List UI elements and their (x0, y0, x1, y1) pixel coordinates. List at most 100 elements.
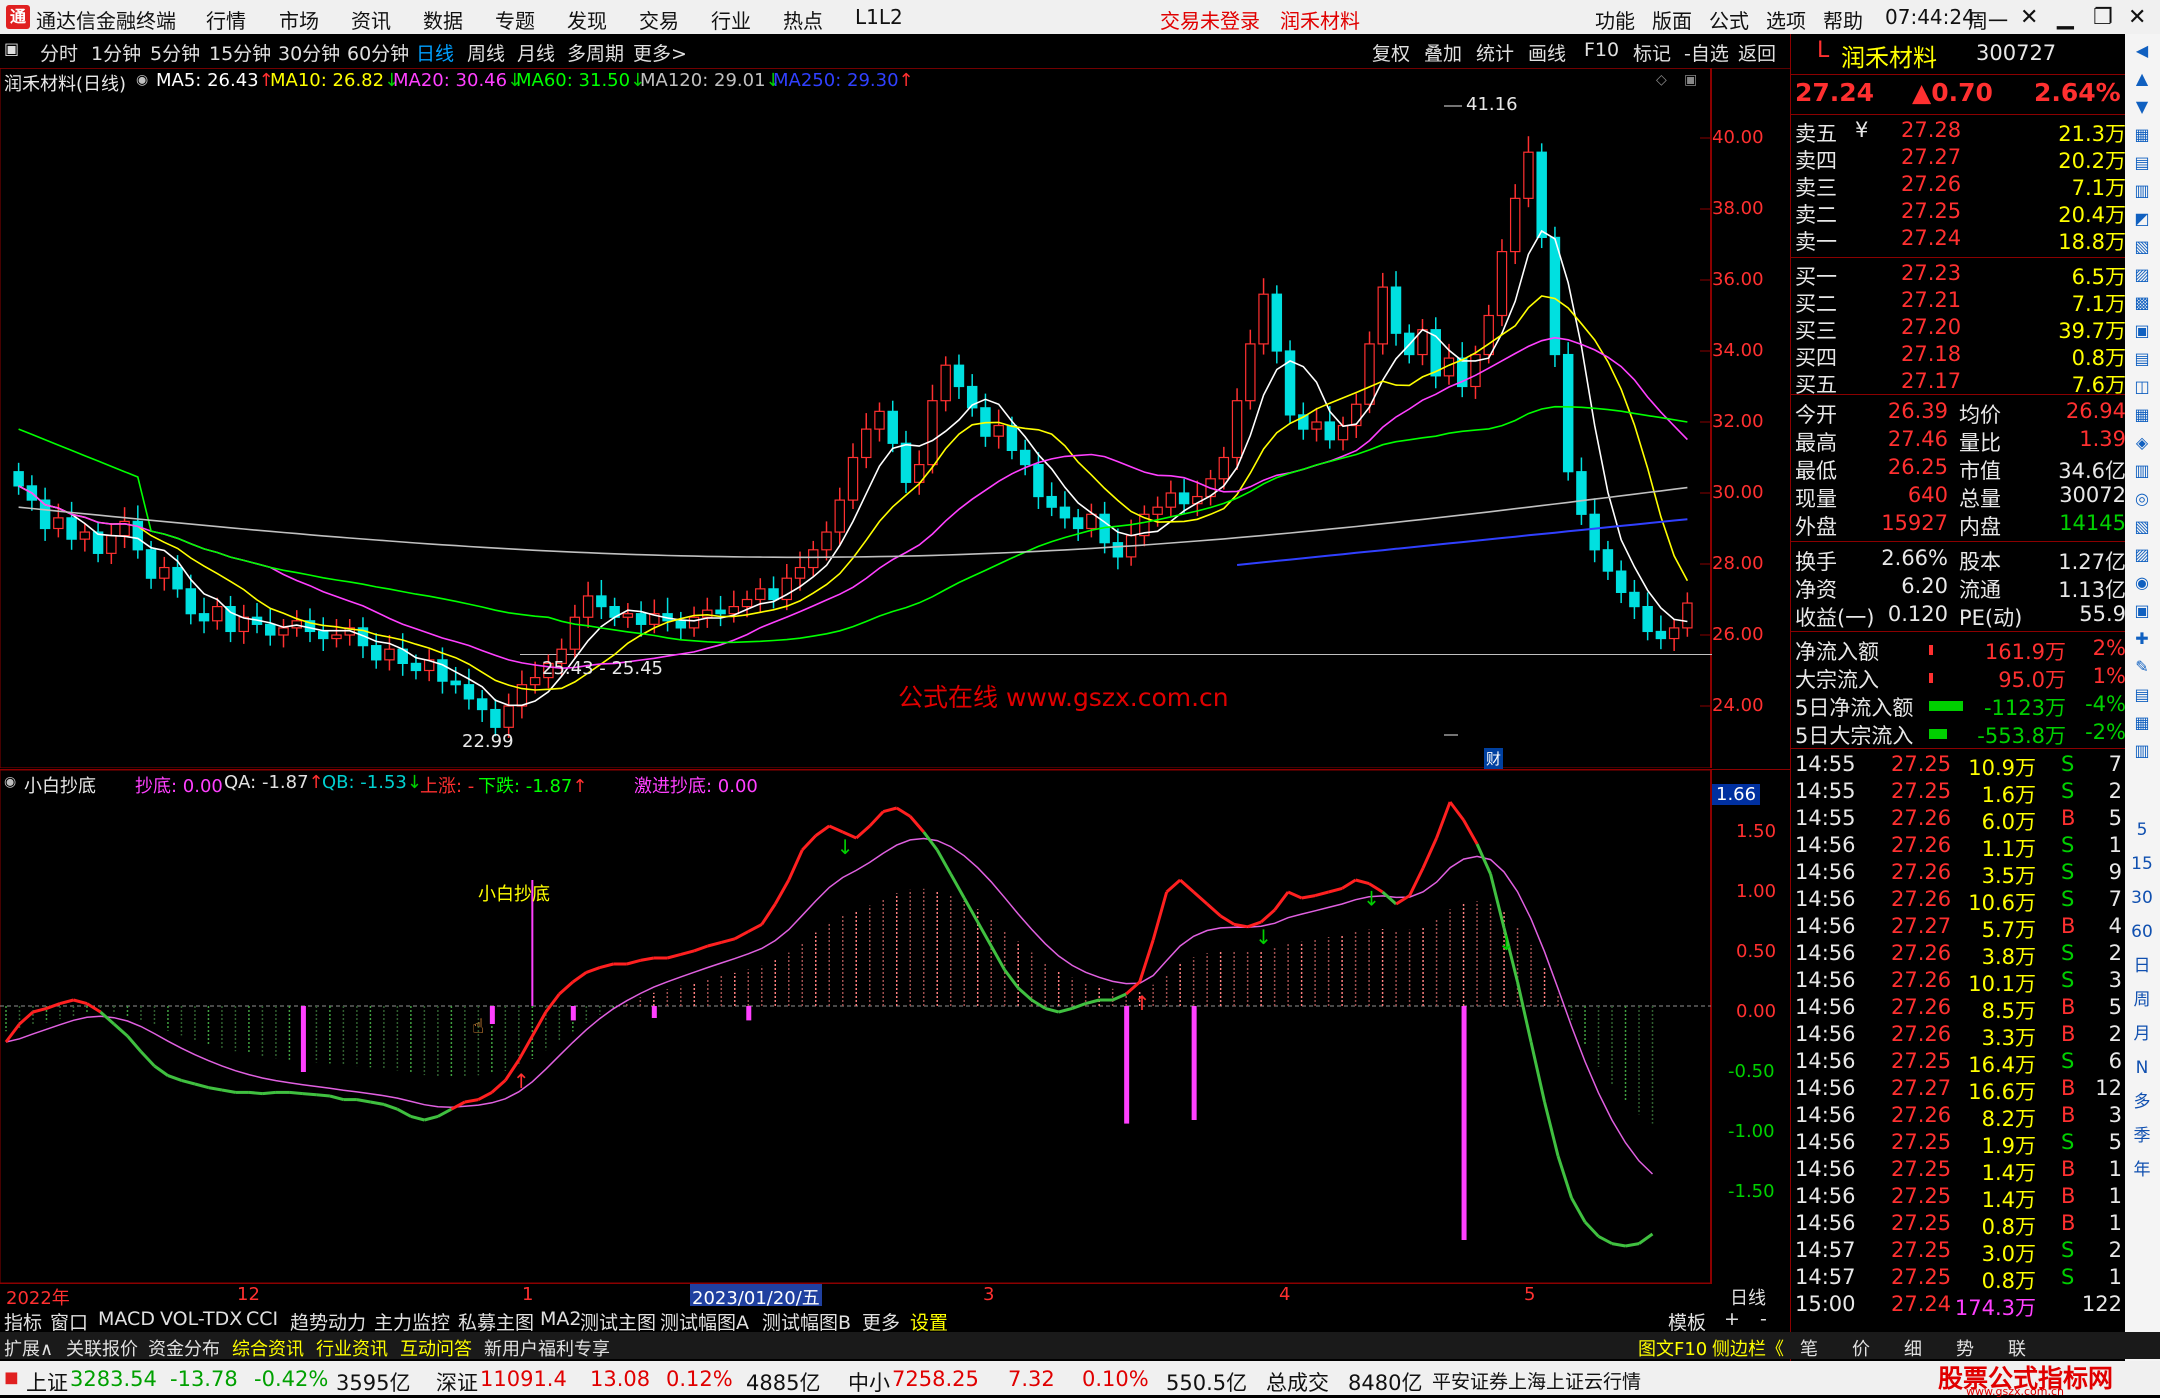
side-list3-icon[interactable]: ▤ (2131, 684, 2153, 706)
bid-row[interactable]: 买五 27.17 7.6万 (1791, 369, 2126, 397)
period-15min[interactable]: 15分钟 (209, 39, 271, 66)
side-grid3-icon[interactable]: ▦ (2131, 712, 2153, 734)
indicator-tab-12[interactable]: 更多 (862, 1308, 900, 1335)
btn-biaoji[interactable]: 标记 (1633, 39, 1671, 66)
period-fenshi[interactable]: 分时 (40, 39, 78, 66)
indicator-tab-8[interactable]: MA2 (540, 1308, 581, 1330)
stock-name-link[interactable]: 润禾材料 (1280, 5, 1360, 34)
indicator-tab-10[interactable]: 测试幅图A (660, 1308, 749, 1335)
period-daily[interactable]: 日线 (416, 39, 454, 66)
period-5min[interactable]: 5分钟 (150, 39, 200, 66)
indicator-settings-icon[interactable]: ◉ (4, 774, 16, 790)
side-period-7[interactable]: N (2131, 1057, 2153, 1079)
menu-gongneng[interactable]: 功能 (1595, 5, 1635, 34)
menu-jiaoyi[interactable]: 交易 (639, 5, 679, 34)
indicator-tab-1[interactable]: 窗口 (50, 1308, 88, 1335)
ask-row[interactable]: 卖一 27.24 18.8万 (1791, 226, 2126, 254)
ask-row[interactable]: 卖四 27.27 20.2万 (1791, 145, 2126, 173)
indicator-tab-4[interactable]: CCI (246, 1308, 278, 1330)
side-list2-icon[interactable]: ▤ (2131, 348, 2153, 370)
side-plus-icon[interactable]: ✚ (2131, 628, 2153, 650)
menu-hangqing[interactable]: 行情 (206, 5, 246, 34)
info-tab-1[interactable]: 关联报价 (66, 1335, 138, 1361)
side-frame-icon[interactable]: ◫ (2131, 376, 2153, 398)
indicator-tab-13[interactable]: 设置 (910, 1308, 948, 1335)
btn-f10[interactable]: F10 (1584, 39, 1619, 61)
close-icon[interactable]: ✕ (2020, 5, 2038, 30)
side-collapse-icon[interactable]: ◀ (2131, 40, 2153, 62)
side-stripe-icon[interactable]: ▧ (2131, 236, 2153, 258)
indicator-tab-5[interactable]: 趋势动力 (290, 1308, 366, 1335)
cai-badge[interactable]: 财 (1484, 748, 1504, 769)
info-tab-right-1[interactable]: 侧边栏《 (1712, 1335, 1784, 1361)
indicator-tab-7[interactable]: 私募主图 (458, 1308, 534, 1335)
side-period-5[interactable]: 周 (2131, 989, 2153, 1011)
indicator-tab-9[interactable]: 测试主图 (580, 1308, 656, 1335)
period-30min[interactable]: 30分钟 (278, 39, 340, 66)
collapse-icon[interactable]: ▣ (4, 39, 19, 58)
menu-gongshi[interactable]: 公式 (1709, 5, 1749, 34)
menu-shichang[interactable]: 市场 (279, 5, 319, 34)
tick-list[interactable]: 14:55 27.25 10.9万 S 7 14:55 27.25 1.6万 S… (1791, 752, 2126, 1352)
chart-expand-icon[interactable]: ◇ (1656, 72, 1667, 88)
side-period-0[interactable]: 5 (2131, 819, 2153, 841)
side-down-icon[interactable]: ▼ (2131, 96, 2153, 118)
btn-zixuan[interactable]: -自选 (1684, 39, 1729, 66)
bid-row[interactable]: 买三 27.20 39.7万 (1791, 315, 2126, 343)
period-60min[interactable]: 60分钟 (347, 39, 409, 66)
kline-chart[interactable]: 润禾材料(日线) ◉ MA5: 26.43↑ MA10: 26.82↓ MA20… (0, 68, 1764, 769)
period-1min[interactable]: 1分钟 (91, 39, 141, 66)
close-window-icon[interactable]: ✕ (2128, 5, 2146, 30)
menu-hangye[interactable]: 行业 (711, 5, 751, 34)
info-tab-3[interactable]: 综合资讯 (232, 1335, 304, 1361)
side-pencil-icon[interactable]: ✎ (2131, 656, 2153, 678)
period-monthly[interactable]: 月线 (517, 39, 555, 66)
menu-shuju[interactable]: 数据 (423, 5, 463, 34)
info-tab-4[interactable]: 行业资讯 (316, 1335, 388, 1361)
indicator-chart[interactable]: ↑ ↓ ↑ ↓ ↓ ↓ ◉ 小白抄底 抄底: 0.00 QA: -1.87↑ QB: -1… (0, 770, 1776, 1310)
menu-faxian[interactable]: 发现 (567, 5, 607, 34)
side-layer-icon[interactable]: ◩ (2131, 208, 2153, 230)
side-period-10[interactable]: 年 (2131, 1159, 2153, 1181)
side-table3-icon[interactable]: ▥ (2131, 740, 2153, 762)
info-tab-0[interactable]: 扩展∧ (4, 1335, 53, 1361)
indicator-tab-2[interactable]: MACD (98, 1308, 155, 1330)
ask-row[interactable]: 卖五 ¥ 27.28 21.3万 (1791, 118, 2126, 146)
ask-row[interactable]: 卖二 27.25 20.4万 (1791, 199, 2126, 227)
side-table2-icon[interactable]: ▥ (2131, 460, 2153, 482)
menu-banmian[interactable]: 版面 (1652, 5, 1692, 34)
info-tab-5[interactable]: 互动问答 (400, 1335, 472, 1361)
side-target-icon[interactable]: ◎ (2131, 488, 2153, 510)
side-list-icon[interactable]: ▤ (2131, 152, 2153, 174)
indicator-tab-6[interactable]: 主力监控 (374, 1308, 450, 1335)
info-tab-6[interactable]: 新用户福利专享 (484, 1335, 610, 1361)
bid-row[interactable]: 买四 27.18 0.8万 (1791, 342, 2126, 370)
side-period-8[interactable]: 多 (2131, 1091, 2153, 1113)
index-label[interactable]: 中小 (848, 1367, 890, 1397)
info-tab-2[interactable]: 资金分布 (148, 1335, 220, 1361)
remove-window-button[interactable]: - (1760, 1308, 1767, 1330)
side-box-icon[interactable]: ▣ (2131, 320, 2153, 342)
period-multi[interactable]: 多周期 (567, 39, 624, 66)
bid-row[interactable]: 买二 27.21 7.1万 (1791, 288, 2126, 316)
side-period-2[interactable]: 30 (2131, 887, 2153, 909)
minimize-icon[interactable]: ▁ (2057, 5, 2074, 30)
side-up-icon[interactable]: ▲ (2131, 68, 2153, 90)
index-label[interactable]: 上证 (26, 1367, 68, 1397)
restore-icon[interactable]: ❐ (2093, 5, 2113, 30)
menu-zixun[interactable]: 资讯 (351, 5, 391, 34)
info-tab-right-0[interactable]: 图文F10 (1638, 1335, 1707, 1361)
btn-fuquan[interactable]: 复权 (1372, 39, 1410, 66)
side-block-icon[interactable]: ▩ (2131, 292, 2153, 314)
index-label[interactable]: 深证 (436, 1367, 478, 1397)
chart-settings-icon[interactable]: ◉ (136, 72, 148, 88)
btn-diejia[interactable]: 叠加 (1424, 39, 1462, 66)
ask-row[interactable]: 卖三 27.26 7.1万 (1791, 172, 2126, 200)
info-tab-right-3[interactable]: 价 (1852, 1335, 1870, 1361)
menu-l1l2[interactable]: L1L2 (855, 5, 903, 29)
btn-fanhui[interactable]: 返回 (1738, 39, 1776, 66)
info-tab-right-6[interactable]: 联 (2008, 1335, 2026, 1361)
side-box2-icon[interactable]: ▣ (2131, 600, 2153, 622)
info-tab-right-4[interactable]: 细 (1904, 1335, 1922, 1361)
bid-row[interactable]: 买一 27.23 6.5万 (1791, 261, 2126, 289)
